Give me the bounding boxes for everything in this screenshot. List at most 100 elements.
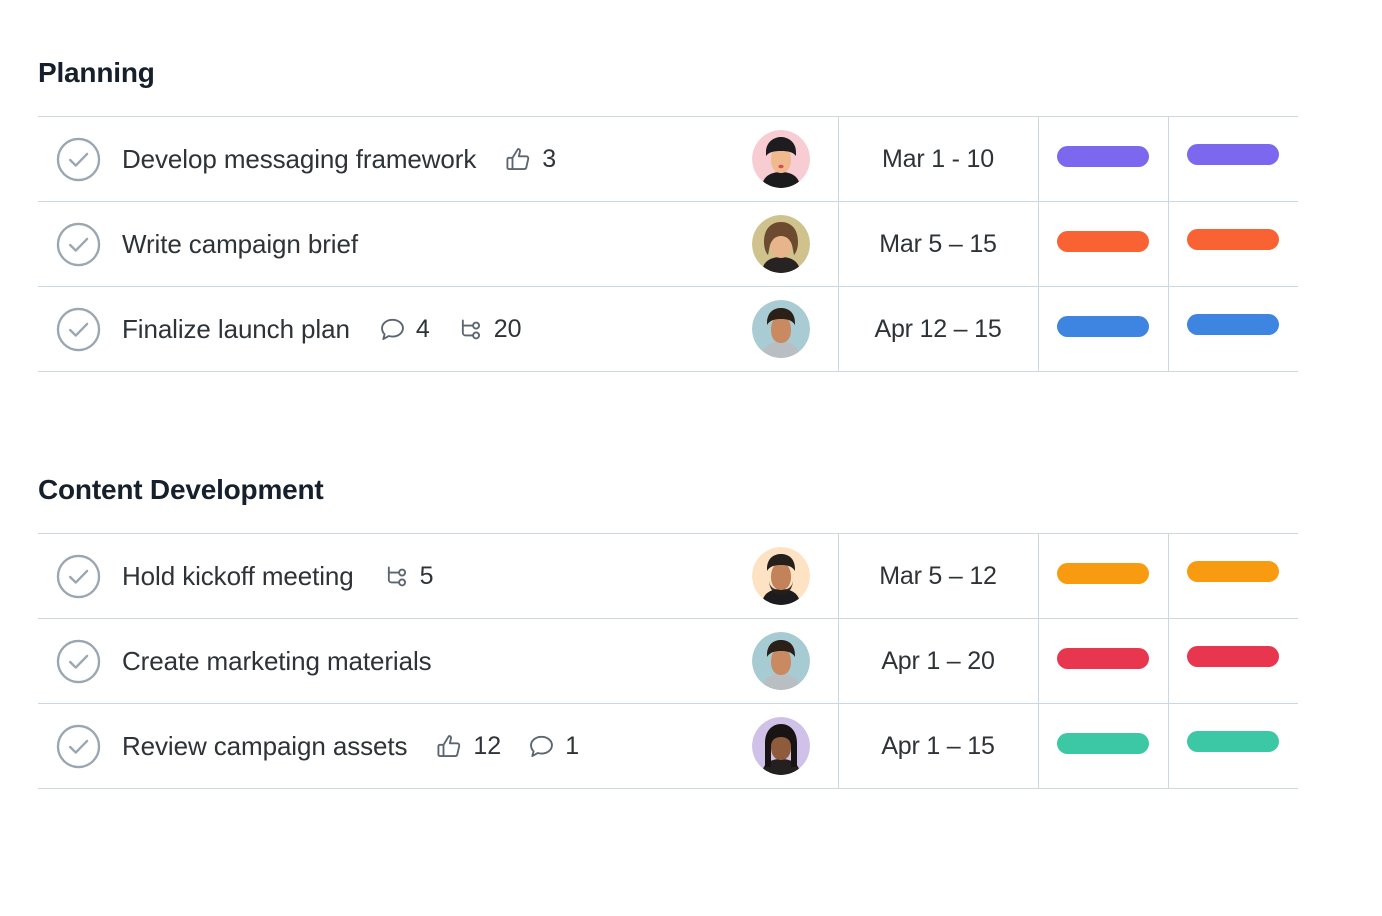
subtask-icon[interactable] <box>382 562 411 591</box>
task-cell: Review campaign assets 12 1 <box>38 703 839 789</box>
date-range: Mar 5 – 15 <box>879 229 997 258</box>
task-cell: Finalize launch plan 4 20 <box>38 286 839 372</box>
tag-cell-secondary[interactable] <box>1168 286 1298 372</box>
task-title[interactable]: Hold kickoff meeting <box>122 561 354 592</box>
tag-cell-secondary[interactable] <box>1168 201 1298 287</box>
table-row[interactable]: Finalize launch plan 4 20 Apr 12 – 15 <box>38 286 1298 372</box>
section-title: Content Development <box>38 474 324 505</box>
assignee-avatar[interactable] <box>751 547 810 605</box>
tag-cell-secondary[interactable] <box>1168 116 1298 202</box>
tag-cell-secondary[interactable] <box>1168 533 1298 619</box>
tag-cell-primary[interactable] <box>1038 201 1169 287</box>
date-cell[interactable]: Mar 5 – 15 <box>838 201 1039 287</box>
task-section: Content Development Hold kickoff meeting… <box>0 473 1382 789</box>
table-row[interactable]: Develop messaging framework 3 Mar 1 - 10 <box>38 116 1298 202</box>
task-table: Hold kickoff meeting 5 Mar 5 – 12 Create… <box>38 533 1298 789</box>
date-range: Apr 1 – 20 <box>881 646 995 675</box>
check-circle-icon[interactable] <box>56 222 101 267</box>
avatar[interactable] <box>751 215 828 273</box>
table-row[interactable]: Write campaign brief Mar 5 – 15 <box>38 201 1298 287</box>
tag-pill[interactable] <box>1187 645 1280 667</box>
task-board: Planning Develop messaging framework 3 M… <box>0 0 1382 916</box>
tag-pill[interactable] <box>1187 228 1280 250</box>
task-cell: Hold kickoff meeting 5 <box>38 533 839 619</box>
comment-icon[interactable] <box>378 315 407 344</box>
task-title[interactable]: Review campaign assets <box>122 731 407 762</box>
task-section: Planning Develop messaging framework 3 M… <box>0 56 1382 372</box>
date-range: Apr 1 – 15 <box>881 731 995 760</box>
tag-pill[interactable] <box>1057 563 1149 584</box>
subtask-icon[interactable] <box>456 315 485 344</box>
date-range: Mar 5 – 12 <box>879 561 997 590</box>
tag-pill[interactable] <box>1187 560 1280 582</box>
task-cell: Write campaign brief <box>38 201 839 287</box>
check-circle-icon[interactable] <box>56 554 101 599</box>
date-cell[interactable]: Apr 1 – 20 <box>838 618 1039 704</box>
tag-pill[interactable] <box>1057 648 1149 669</box>
tag-cell-secondary[interactable] <box>1168 703 1298 789</box>
meta-thumbs-up[interactable]: 12 <box>435 732 501 761</box>
avatar[interactable] <box>751 300 828 358</box>
avatar[interactable] <box>751 130 828 188</box>
comment-icon[interactable] <box>527 732 556 761</box>
meta-comment[interactable]: 1 <box>527 732 579 761</box>
avatar[interactable] <box>751 547 828 605</box>
task-title[interactable]: Create marketing materials <box>122 646 432 677</box>
tag-pill[interactable] <box>1187 313 1280 335</box>
meta-subtask[interactable]: 5 <box>382 562 434 591</box>
avatar[interactable] <box>751 717 828 775</box>
tag-pill[interactable] <box>1057 733 1149 754</box>
check-circle-icon[interactable] <box>56 307 101 352</box>
meta-subtask[interactable]: 20 <box>456 315 522 344</box>
tag-pill[interactable] <box>1187 143 1280 165</box>
assignee-avatar[interactable] <box>751 215 810 273</box>
assignee-avatar[interactable] <box>751 300 810 358</box>
tag-cell-primary[interactable] <box>1038 533 1169 619</box>
table-row[interactable]: Create marketing materials Apr 1 – 20 <box>38 618 1298 704</box>
meta-count: 5 <box>419 561 434 590</box>
tag-pill[interactable] <box>1057 231 1149 252</box>
task-title[interactable]: Develop messaging framework <box>122 144 476 175</box>
assignee-avatar[interactable] <box>751 632 810 690</box>
task-cell: Create marketing materials <box>38 618 839 704</box>
date-range: Apr 12 – 15 <box>874 314 1002 343</box>
task-cell: Develop messaging framework 3 <box>38 116 839 202</box>
meta-count: 3 <box>542 144 557 173</box>
tag-pill[interactable] <box>1057 316 1149 337</box>
avatar[interactable] <box>751 632 828 690</box>
table-row[interactable]: Review campaign assets 12 1 Apr 1 – 15 <box>38 703 1298 789</box>
check-circle-icon[interactable] <box>56 724 101 769</box>
task-table: Develop messaging framework 3 Mar 1 - 10 <box>38 116 1298 372</box>
task-title[interactable]: Write campaign brief <box>122 229 358 260</box>
assignee-avatar[interactable] <box>751 717 810 775</box>
check-circle-icon[interactable] <box>56 137 101 182</box>
date-cell[interactable]: Apr 1 – 15 <box>838 703 1039 789</box>
meta-count: 4 <box>415 314 430 343</box>
thumbs-up-icon[interactable] <box>504 145 533 174</box>
date-cell[interactable]: Apr 12 – 15 <box>838 286 1039 372</box>
date-cell[interactable]: Mar 5 – 12 <box>838 533 1039 619</box>
date-range: Mar 1 - 10 <box>882 144 994 173</box>
table-row[interactable]: Hold kickoff meeting 5 Mar 5 – 12 <box>38 533 1298 619</box>
tag-cell-primary[interactable] <box>1038 703 1169 789</box>
tag-pill[interactable] <box>1187 730 1280 752</box>
section-title: Planning <box>38 57 155 88</box>
meta-count: 1 <box>565 731 580 760</box>
tag-cell-primary[interactable] <box>1038 618 1169 704</box>
thumbs-up-icon[interactable] <box>435 732 464 761</box>
check-circle-icon[interactable] <box>56 639 101 684</box>
task-title[interactable]: Finalize launch plan <box>122 314 350 345</box>
tag-cell-primary[interactable] <box>1038 116 1169 202</box>
tag-pill[interactable] <box>1057 146 1149 167</box>
task-meta: 4 20 <box>378 315 522 344</box>
meta-count: 20 <box>493 314 522 343</box>
meta-thumbs-up[interactable]: 3 <box>504 145 556 174</box>
task-meta: 3 <box>504 145 556 174</box>
meta-comment[interactable]: 4 <box>378 315 430 344</box>
tag-cell-secondary[interactable] <box>1168 618 1298 704</box>
task-meta: 12 1 <box>435 732 579 761</box>
task-meta: 5 <box>382 562 434 591</box>
tag-cell-primary[interactable] <box>1038 286 1169 372</box>
assignee-avatar[interactable] <box>751 130 810 188</box>
date-cell[interactable]: Mar 1 - 10 <box>838 116 1039 202</box>
